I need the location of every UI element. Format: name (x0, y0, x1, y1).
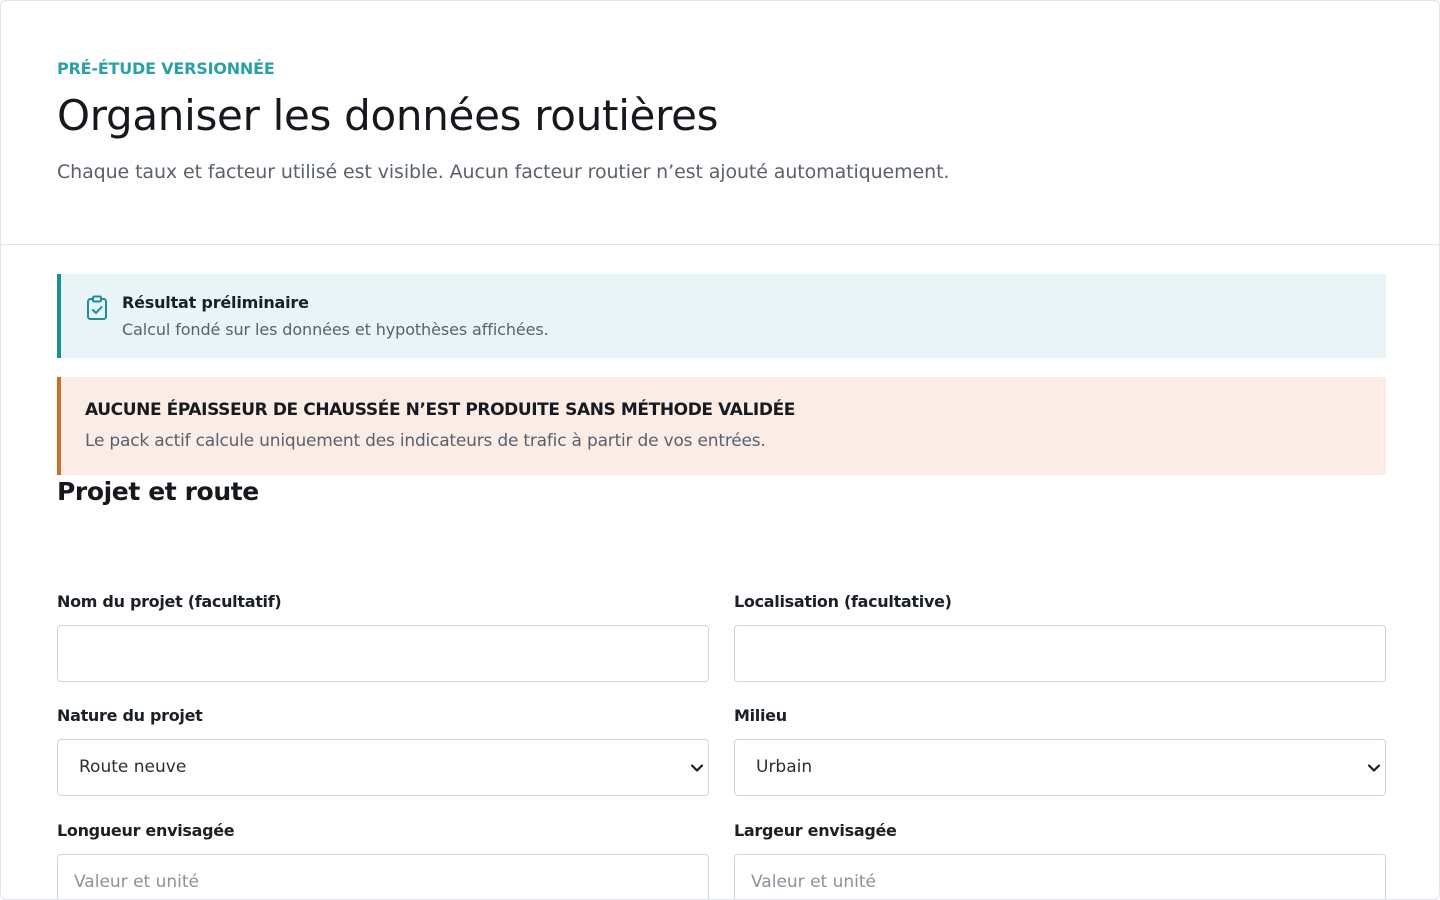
info-notice: Résultat préliminaire Calcul fondé sur l… (57, 274, 1386, 358)
section-title: Projet et route (57, 477, 259, 506)
width-input[interactable]: Valeur et unité (734, 854, 1386, 899)
project-nature-label: Nature du projet (57, 706, 203, 725)
warning-notice: AUCUNE ÉPAISSEUR DE CHAUSSÉE N’EST PRODU… (57, 377, 1386, 475)
width-placeholder: Valeur et unité (751, 872, 877, 892)
chevron-down-icon (690, 764, 704, 772)
project-nature-select[interactable]: Route neuve (57, 739, 709, 796)
project-nature-selected: Route neuve (79, 757, 187, 777)
environment-label: Milieu (734, 706, 787, 725)
app-window: PRÉ-ÉTUDE VERSIONNÉE Organiser les donné… (0, 0, 1440, 900)
project-name-label: Nom du projet (facultatif) (57, 592, 282, 611)
warning-notice-text: Le pack actif calcule uniquement des ind… (85, 431, 766, 451)
info-notice-text: Calcul fondé sur les données et hypothès… (122, 320, 549, 339)
clipboard-check-icon (87, 295, 107, 320)
width-label: Largeur envisagée (734, 821, 897, 840)
page-title: Organiser les données routières (57, 91, 719, 140)
location-input[interactable] (734, 625, 1386, 682)
chevron-down-icon (1367, 764, 1381, 772)
length-label: Longueur envisagée (57, 821, 235, 840)
location-label: Localisation (facultative) (734, 592, 952, 611)
project-name-input[interactable] (57, 625, 709, 682)
info-notice-title: Résultat préliminaire (122, 293, 309, 312)
length-placeholder: Valeur et unité (74, 872, 200, 892)
environment-selected: Urbain (756, 757, 813, 777)
environment-select[interactable]: Urbain (734, 739, 1386, 796)
warning-notice-title: AUCUNE ÉPAISSEUR DE CHAUSSÉE N’EST PRODU… (85, 400, 795, 420)
length-input[interactable]: Valeur et unité (57, 854, 709, 899)
page-subtitle: Chaque taux et facteur utilisé est visib… (57, 161, 950, 183)
page-header: PRÉ-ÉTUDE VERSIONNÉE Organiser les donné… (1, 1, 1439, 245)
page-eyebrow: PRÉ-ÉTUDE VERSIONNÉE (57, 59, 275, 78)
